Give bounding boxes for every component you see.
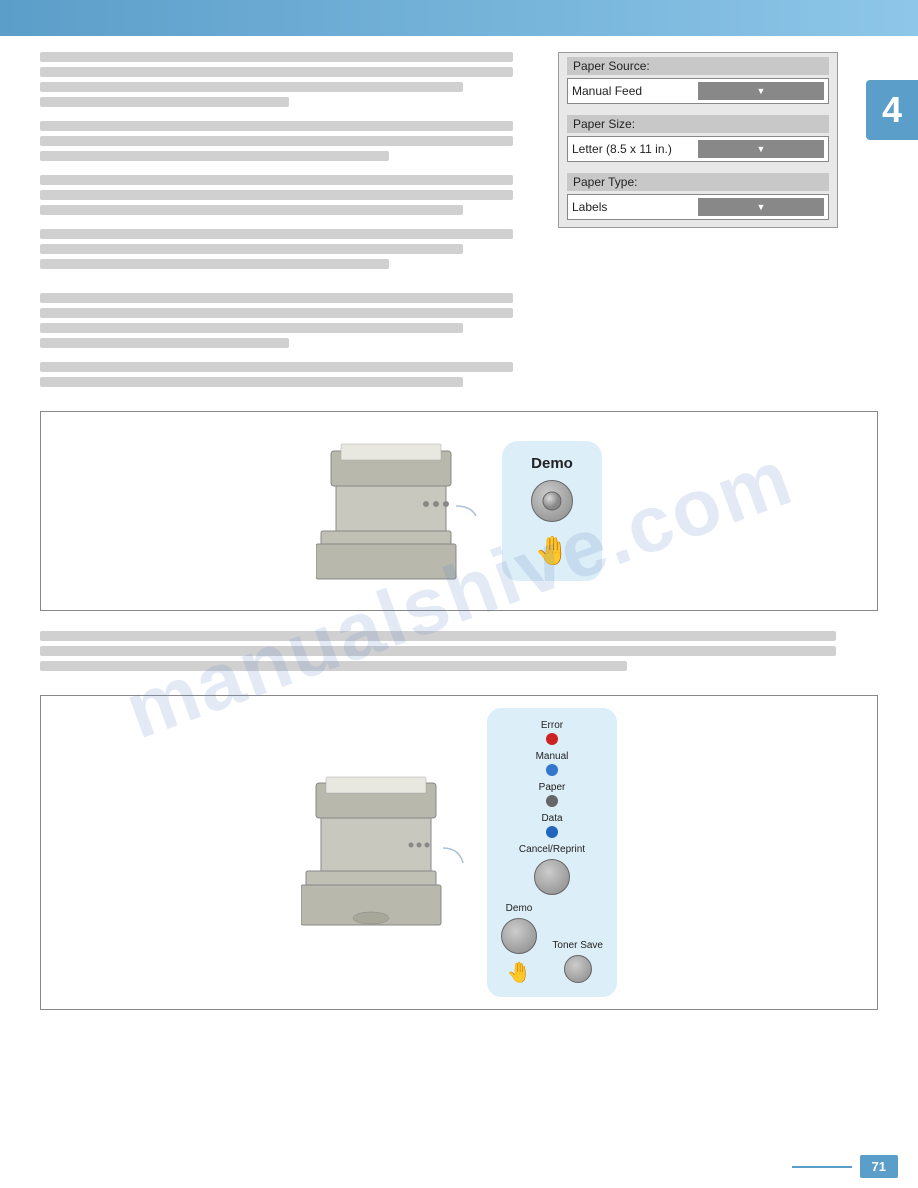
cancel-reprint-label: Cancel/Reprint <box>519 844 585 855</box>
paragraph-1 <box>40 52 538 107</box>
page-number: 71 <box>860 1155 898 1178</box>
left-text-column <box>40 52 558 283</box>
chapter-number: 4 <box>882 89 902 131</box>
error-section: Error <box>501 720 603 745</box>
cancel-reprint-section: Cancel/Reprint <box>501 844 603 897</box>
printer-illustration-2 <box>301 773 471 933</box>
paper-size-row: Paper Size: Letter (8.5 x 11 in.) ▼ <box>559 111 837 169</box>
demo-button-2 <box>501 918 537 954</box>
data-label: Data <box>541 813 562 824</box>
text-line <box>40 52 513 62</box>
text-line <box>40 121 513 131</box>
paper-type-select[interactable]: Labels ▼ <box>567 194 829 220</box>
paper-type-row: Paper Type: Labels ▼ <box>559 169 837 227</box>
text-line <box>40 205 463 215</box>
printer-illustration-1 <box>316 436 486 586</box>
text-line <box>40 646 836 656</box>
toner-save-button <box>564 955 592 983</box>
paper-type-dropdown-arrow[interactable]: ▼ <box>698 198 824 216</box>
paragraph-2 <box>40 121 538 161</box>
text-line <box>40 175 513 185</box>
manual-label: Manual <box>536 751 569 762</box>
manual-section: Manual <box>501 751 603 776</box>
cancel-reprint-button <box>534 859 570 895</box>
paper-source-dropdown-arrow[interactable]: ▼ <box>698 82 824 100</box>
top-content: Paper Source: Manual Feed ▼ Paper Size: … <box>0 36 918 283</box>
toner-save-section: Toner Save <box>552 940 603 985</box>
middle-left-text <box>40 293 558 401</box>
text-line <box>40 82 463 92</box>
paper-source-row: Paper Source: Manual Feed ▼ <box>559 53 837 111</box>
paragraph-7 <box>40 631 878 671</box>
paper-label: Paper <box>539 782 566 793</box>
text-line <box>40 244 463 254</box>
manual-indicator <box>546 764 558 776</box>
data-indicator <box>546 826 558 838</box>
paper-size-label: Paper Size: <box>567 115 829 133</box>
toner-save-label: Toner Save <box>552 940 603 951</box>
text-line <box>40 631 836 641</box>
paper-type-label: Paper Type: <box>567 173 829 191</box>
images-section: Demo 🤚 <box>0 411 918 1030</box>
text-line <box>40 97 289 107</box>
image-box-2: Error Manual Paper Data <box>40 695 878 1010</box>
paper-source-select[interactable]: Manual Feed ▼ <box>567 78 829 104</box>
demo-callout: Demo 🤚 <box>502 441 602 581</box>
paper-source-label: Paper Source: <box>567 57 829 75</box>
between-images-text <box>40 631 878 695</box>
data-section: Data <box>501 813 603 838</box>
image-box-1: Demo 🤚 <box>40 411 878 611</box>
text-line <box>40 661 627 671</box>
page-line <box>792 1166 852 1168</box>
text-line <box>40 377 463 387</box>
text-line <box>40 308 513 318</box>
demo-button <box>531 480 573 522</box>
paper-source-value: Manual Feed <box>572 84 698 98</box>
paragraph-5 <box>40 293 538 348</box>
text-line <box>40 190 513 200</box>
text-line <box>40 136 513 146</box>
button-surface <box>542 491 562 511</box>
text-line <box>40 362 513 372</box>
middle-text-area <box>0 283 918 411</box>
error-indicator <box>546 733 558 745</box>
driver-dialog: Paper Source: Manual Feed ▼ Paper Size: … <box>558 52 838 228</box>
control-panel-callout: Error Manual Paper Data <box>487 708 617 997</box>
text-line <box>40 67 513 77</box>
text-line <box>40 259 389 269</box>
paragraph-3 <box>40 175 538 215</box>
hand-press-icon-2: 🤚 <box>507 960 532 985</box>
paper-size-dropdown-arrow[interactable]: ▼ <box>698 140 824 158</box>
demo-label-2: Demo <box>506 903 533 914</box>
paper-type-value: Labels <box>572 200 698 214</box>
text-line <box>40 293 513 303</box>
paper-size-select[interactable]: Letter (8.5 x 11 in.) ▼ <box>567 136 829 162</box>
page-wrapper: manualshive.com 4 <box>0 0 918 1188</box>
page-number-bar: 71 <box>792 1155 898 1178</box>
demo-button-label: Demo <box>531 455 573 472</box>
text-line <box>40 338 289 348</box>
paper-size-value: Letter (8.5 x 11 in.) <box>572 142 698 156</box>
right-column: Paper Source: Manual Feed ▼ Paper Size: … <box>558 52 878 283</box>
header-bar <box>0 0 918 36</box>
text-line <box>40 323 463 333</box>
demo-section-2: Demo 🤚 <box>501 903 537 985</box>
paper-indicator <box>546 795 558 807</box>
hand-press-icon: 🤚 <box>535 534 570 567</box>
chapter-tab: 4 <box>866 80 918 140</box>
text-line <box>40 151 389 161</box>
paragraph-4 <box>40 229 538 269</box>
paragraph-6 <box>40 362 538 387</box>
text-line <box>40 229 513 239</box>
paper-section: Paper <box>501 782 603 807</box>
middle-right-spacer <box>558 293 878 401</box>
demo-tonersave-section: Demo 🤚 Toner Save <box>501 903 603 985</box>
error-label: Error <box>541 720 563 731</box>
